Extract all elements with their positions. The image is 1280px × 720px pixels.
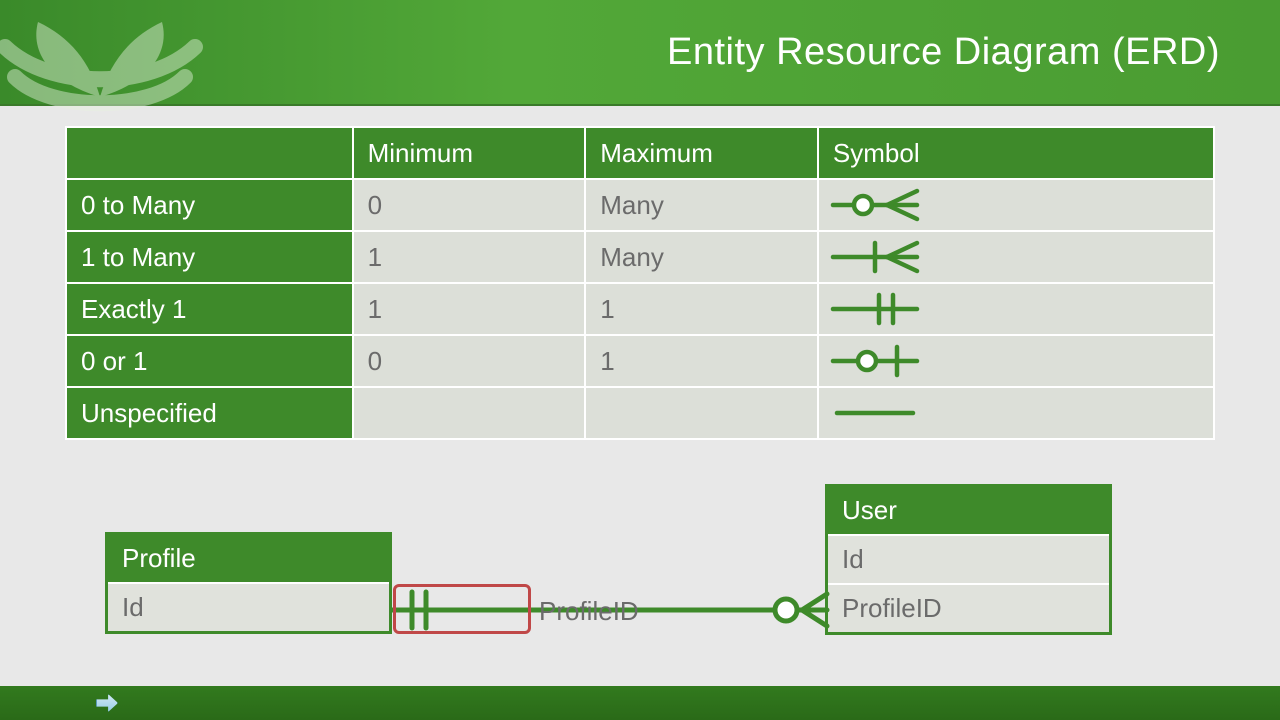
cell-min: 1 [353,231,586,283]
footer-bar [0,686,1280,720]
table-row: Unspecified [66,387,1214,439]
table-row: Exactly 1 1 1 [66,283,1214,335]
entity-title: User [828,487,1109,534]
cell-min [353,387,586,439]
cell-symbol [818,179,1214,231]
footer-slot-icon[interactable] [40,696,54,710]
entity-attr: Id [828,534,1109,583]
col-header-symbol: Symbol [818,127,1214,179]
highlight-box [393,584,531,634]
table-row: 1 to Many 1 Many [66,231,1214,283]
cell-symbol [818,335,1214,387]
footer-slot-icon[interactable] [12,696,26,710]
cell-max: 1 [585,335,818,387]
zero-to-many-icon [829,185,925,225]
entity-user: User Id ProfileID [825,484,1112,635]
table-row: 0 or 1 0 1 [66,335,1214,387]
footer-slot-icon[interactable] [68,696,82,710]
col-header-blank [66,127,353,179]
unspecified-icon [829,393,925,433]
cell-symbol [818,231,1214,283]
cell-max: Many [585,231,818,283]
page-title: Entity Resource Diagram (ERD) [667,31,1220,74]
cell-min: 0 [353,179,586,231]
erd-diagram: Profile Id User Id ProfileID ProfileID [65,484,1215,684]
row-label: 1 to Many [66,231,353,283]
exactly-one-icon [829,289,925,329]
row-label: 0 to Many [66,179,353,231]
cell-symbol [818,283,1214,335]
row-label: 0 or 1 [66,335,353,387]
cell-max: 1 [585,283,818,335]
cell-min: 0 [353,335,586,387]
entity-attr: ProfileID [828,583,1109,632]
relationship-label: ProfileID [539,596,639,627]
next-arrow-icon[interactable] [96,694,118,712]
table-row: 0 to Many 0 Many [66,179,1214,231]
row-label: Exactly 1 [66,283,353,335]
cell-min: 1 [353,283,586,335]
header-bar: Entity Resource Diagram (ERD) [0,0,1280,106]
cardinality-table: Minimum Maximum Symbol 0 to Many 0 Many [65,126,1215,440]
entity-attr: Id [108,582,389,631]
zero-or-one-icon [829,341,925,381]
cell-symbol [818,387,1214,439]
one-to-many-icon [829,237,925,277]
row-label: Unspecified [66,387,353,439]
main-content: Minimum Maximum Symbol 0 to Many 0 Many [0,106,1280,684]
col-header-minimum: Minimum [353,127,586,179]
cell-max: Many [585,179,818,231]
entity-title: Profile [108,535,389,582]
cell-max [585,387,818,439]
brand-logo-icon [0,0,210,122]
col-header-maximum: Maximum [585,127,818,179]
entity-profile: Profile Id [105,532,392,634]
